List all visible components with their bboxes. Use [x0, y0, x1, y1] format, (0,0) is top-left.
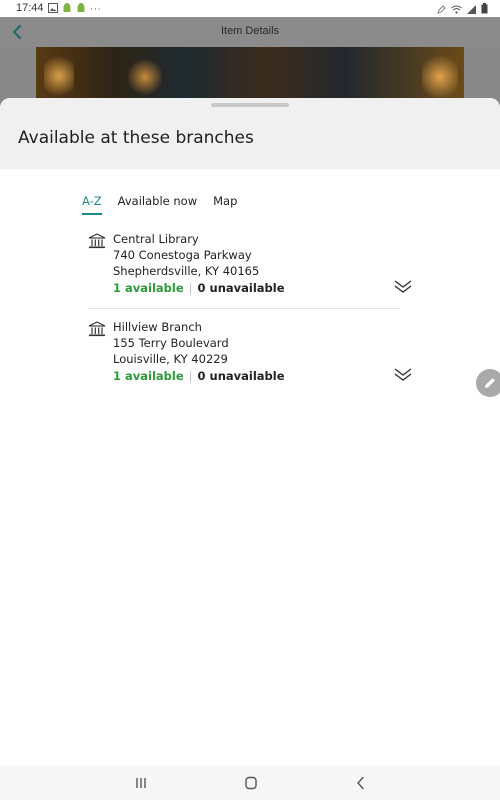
library-building-icon: [88, 233, 106, 249]
home-icon[interactable]: [241, 775, 261, 791]
unavailable-count: 0 unavailable: [197, 281, 285, 295]
library-building-icon: [88, 321, 106, 337]
drag-handle[interactable]: [211, 103, 289, 107]
status-time: 17:44: [16, 2, 44, 14]
sheet-header: Available at these branches: [0, 98, 500, 169]
branch-address-line2: Louisville, KY 40229: [113, 352, 228, 366]
availability-row: 1 available | 0 unavailable: [113, 368, 285, 384]
page-title: Item Details: [220, 25, 280, 37]
availability-separator: |: [188, 369, 193, 383]
branch-divider: [88, 308, 400, 309]
tab-available-now[interactable]: Available now: [118, 194, 197, 215]
branch-name: Central Library: [113, 232, 199, 246]
edit-fab-button[interactable]: [476, 369, 500, 397]
available-count: 1 available: [113, 281, 184, 295]
available-count: 1 available: [113, 369, 184, 383]
more-notifications-icon: ···: [90, 4, 102, 15]
branch-address-line2: Shepherdsville, KY 40165: [113, 264, 260, 278]
pen-icon: [437, 4, 446, 17]
sheet-title: Available at these branches: [18, 128, 254, 148]
battery-icon: [481, 3, 488, 17]
app-bar: Item Details: [0, 17, 500, 47]
availability-separator: |: [188, 281, 193, 295]
android-icon: [76, 3, 86, 16]
unavailable-count: 0 unavailable: [197, 369, 285, 383]
branch-address-line1: 155 Terry Boulevard: [113, 336, 229, 350]
availability-row: 1 available | 0 unavailable: [113, 280, 285, 296]
back-icon[interactable]: [351, 775, 371, 791]
signal-icon: [467, 4, 476, 17]
branch-name: Hillview Branch: [113, 320, 202, 334]
branches-bottom-sheet: Available at these branches A-Z Availabl…: [0, 98, 500, 766]
double-chevron-down-icon[interactable]: [393, 278, 413, 294]
status-bar: 17:44 ···: [0, 0, 500, 17]
image-notification-icon: [48, 3, 58, 16]
android-icon: [62, 3, 72, 16]
tab-map[interactable]: Map: [213, 194, 237, 215]
branch-address-line1: 740 Conestoga Parkway: [113, 248, 252, 262]
double-chevron-down-icon[interactable]: [393, 366, 413, 382]
wifi-icon: [451, 4, 462, 17]
system-nav-bar: [0, 766, 500, 800]
recent-apps-icon[interactable]: [131, 775, 151, 791]
tab-a-z[interactable]: A-Z: [82, 194, 102, 215]
branch-filter-tabs: A-Z Available now Map: [82, 194, 237, 215]
